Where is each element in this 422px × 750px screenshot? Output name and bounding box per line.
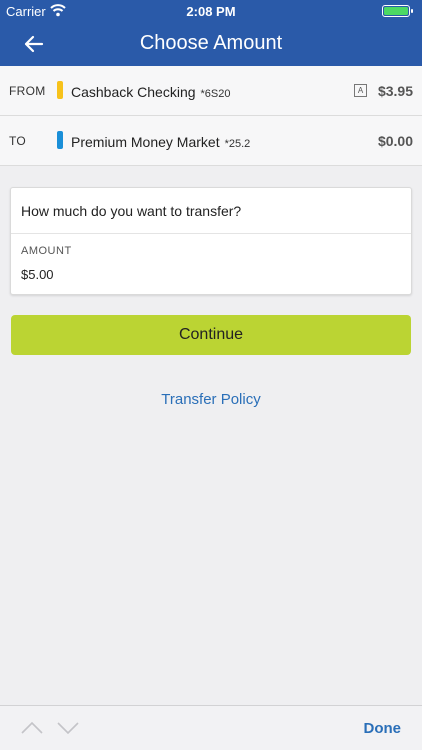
from-account-color-tag [57, 81, 63, 99]
battery-icon [382, 5, 413, 17]
page-title: Choose Amount [139, 32, 283, 54]
transfer-question: How much do you want to transfer? [21, 203, 242, 219]
keyboard-toolbar: Done [0, 705, 422, 750]
to-account-name-text: Premium Money Market [71, 134, 220, 150]
from-label: FROM [9, 84, 46, 98]
to-label: TO [9, 134, 27, 148]
amount-card: How much do you want to transfer? AMOUNT [10, 187, 412, 295]
transfer-policy-link[interactable]: Transfer Policy [0, 391, 422, 408]
status-bar: Carrier 2:08 PM [0, 0, 422, 22]
to-account-row[interactable]: TO Premium Money Market *25.2 $0.00 [0, 116, 422, 166]
chevron-up-icon[interactable] [20, 719, 44, 737]
chevron-down-icon[interactable] [56, 719, 80, 737]
from-account-row[interactable]: FROM Cashback Checking *6S20 A $3.95 [0, 66, 422, 116]
card-divider [11, 233, 411, 234]
nav-bar: Choose Amount [0, 22, 422, 66]
amount-input[interactable] [21, 267, 391, 282]
done-button[interactable]: Done [364, 720, 402, 737]
to-account-suffix: *25.2 [224, 138, 251, 150]
status-time: 2:08 PM [186, 4, 236, 19]
from-account-name-text: Cashback Checking [71, 84, 196, 100]
from-account-suffix: *6S20 [200, 88, 231, 100]
continue-button[interactable]: Continue [11, 315, 411, 355]
from-account-balance: $3.95 [377, 83, 413, 99]
to-account-balance: $0.00 [377, 133, 413, 149]
to-account-color-tag [57, 131, 63, 149]
amount-label: AMOUNT [21, 245, 72, 257]
to-account-name: Premium Money Market *25.2 [71, 134, 250, 150]
from-account-name: Cashback Checking *6S20 [71, 84, 231, 100]
available-badge-icon: A [354, 84, 367, 97]
